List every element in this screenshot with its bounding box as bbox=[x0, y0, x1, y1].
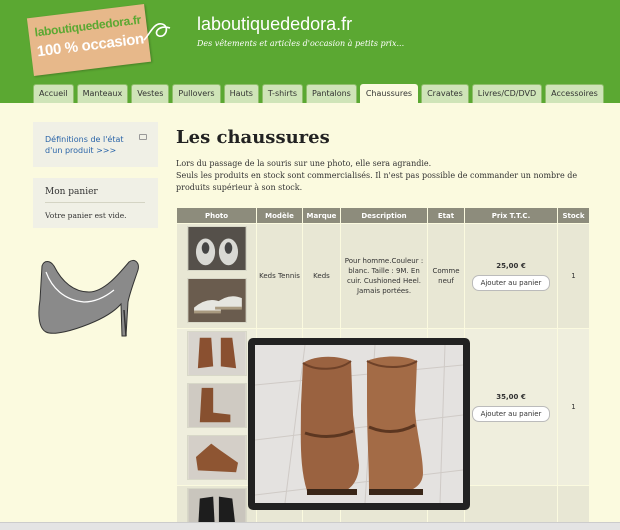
tab-cravates[interactable]: Cravates bbox=[421, 84, 469, 103]
tab-chaussures[interactable]: Chaussures bbox=[359, 84, 419, 103]
price-value: 35,00 € bbox=[496, 393, 526, 401]
add-to-cart-button[interactable]: Ajouter au panier bbox=[471, 406, 551, 422]
tab-hauts[interactable]: Hauts bbox=[223, 84, 259, 103]
tab-pullovers[interactable]: Pullovers bbox=[172, 84, 221, 103]
column-header-description: Description bbox=[340, 207, 428, 224]
intro-hover-note: Lors du passage de la souris sur une pho… bbox=[176, 159, 432, 168]
intro-text: Lors du passage de la souris sur une pho… bbox=[176, 158, 606, 194]
price-cell: 25,00 € Ajouter au panier bbox=[464, 223, 558, 329]
product-photo-thumbnail[interactable] bbox=[186, 226, 247, 271]
comment-icon bbox=[139, 134, 147, 140]
tab-livres-cd-dvd[interactable]: Livres/CD/DVD bbox=[471, 84, 543, 103]
enlarged-product-photo bbox=[254, 344, 464, 504]
site-title: laboutiquededora.fr bbox=[197, 14, 353, 34]
brand-cell: Keds bbox=[302, 223, 341, 329]
tab-vestes[interactable]: Vestes bbox=[131, 84, 170, 103]
column-header-price: Prix T.T.C. bbox=[464, 207, 558, 224]
cart-empty-message: Votre panier est vide. bbox=[45, 211, 127, 220]
site-tagline: Des vêtements et articles d'occasion à p… bbox=[197, 39, 405, 48]
page-title: Les chaussures bbox=[176, 127, 330, 148]
product-photo-thumbnail[interactable] bbox=[186, 383, 247, 428]
product-photo-thumbnail[interactable] bbox=[186, 435, 247, 480]
tab-tshirts[interactable]: T-shirts bbox=[261, 84, 303, 103]
price-value: 25,00 € bbox=[496, 262, 526, 270]
product-photo-thumbnail[interactable] bbox=[186, 331, 247, 376]
price-cell: 35,00 € Ajouter au panier bbox=[464, 328, 558, 486]
table-header-row: Photo Modèle Marque Description Etat Pri… bbox=[176, 207, 590, 224]
tab-pantalons[interactable]: Pantalons bbox=[306, 84, 357, 103]
logo-string-icon bbox=[143, 23, 171, 41]
cart-title: Mon panier bbox=[45, 187, 145, 203]
column-header-brand: Marque bbox=[302, 207, 341, 224]
model-cell: Keds Tennis bbox=[256, 223, 303, 329]
enlarged-photo-popup bbox=[248, 338, 470, 510]
description-cell: Pour homme.Couleur : blanc. Taille : 9M.… bbox=[340, 223, 428, 329]
site-header: laboutiquededora.fr 100 % occasion labou… bbox=[0, 0, 620, 103]
horizontal-scrollbar[interactable] bbox=[0, 522, 620, 530]
site-logo[interactable]: laboutiquededora.fr 100 % occasion bbox=[26, 4, 152, 76]
table-row: Keds Tennis Keds Pour homme.Couleur : bl… bbox=[176, 223, 590, 329]
cart-box: Mon panier Votre panier est vide. bbox=[33, 178, 158, 228]
stock-cell: 1 bbox=[557, 328, 590, 486]
definitions-link[interactable]: Définitions de l'état d'un produit >>> bbox=[45, 134, 135, 156]
definitions-box: Définitions de l'état d'un produit >>> bbox=[33, 122, 158, 167]
intro-stock-note: Seuls les produits en stock sont commerc… bbox=[176, 171, 578, 192]
tab-accessoires[interactable]: Accessoires bbox=[545, 84, 604, 103]
tab-manteaux[interactable]: Manteaux bbox=[76, 84, 129, 103]
column-header-photo: Photo bbox=[176, 207, 257, 224]
photo-cell bbox=[176, 328, 257, 486]
add-to-cart-button[interactable]: Ajouter au panier bbox=[471, 275, 551, 291]
high-heel-shoe-illustration bbox=[38, 259, 139, 337]
column-header-stock: Stock bbox=[557, 207, 590, 224]
column-header-state: Etat bbox=[427, 207, 465, 224]
stock-cell: 1 bbox=[557, 223, 590, 329]
product-photo-thumbnail[interactable] bbox=[186, 278, 247, 323]
column-header-model: Modèle bbox=[256, 207, 303, 224]
category-tabs: Accueil Manteaux Vestes Pullovers Hauts … bbox=[33, 84, 604, 103]
tab-accueil[interactable]: Accueil bbox=[33, 84, 74, 103]
state-cell: Comme neuf bbox=[427, 223, 465, 329]
photo-cell bbox=[176, 223, 257, 329]
